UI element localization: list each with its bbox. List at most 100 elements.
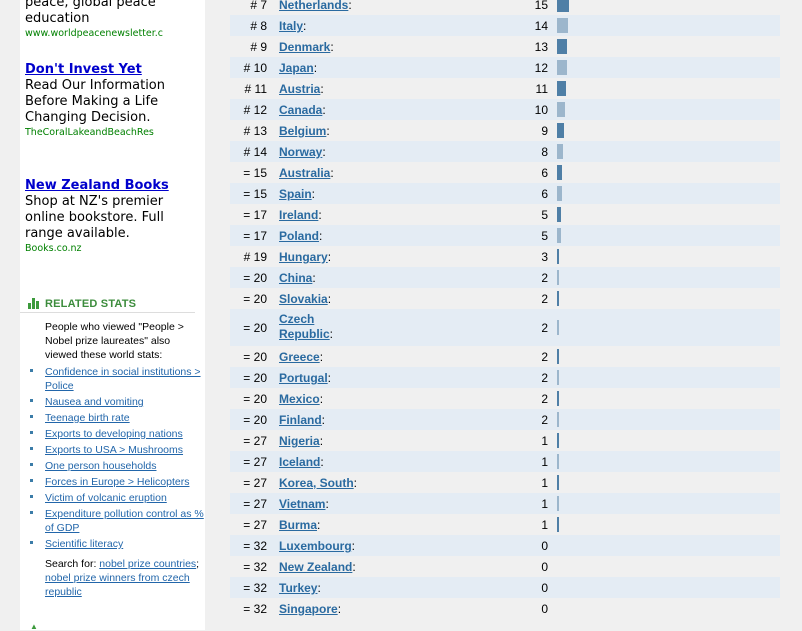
- country-cell: Greece:: [279, 350, 324, 364]
- table-row: # 12 Canada: 10: [230, 99, 780, 120]
- country-link[interactable]: Slovakia: [279, 292, 328, 306]
- ad-title-link[interactable]: New Zealand Books: [25, 178, 200, 194]
- rank-cell: = 27: [243, 476, 267, 490]
- rank-cell: # 11: [244, 82, 267, 96]
- rank-cell: # 13: [243, 124, 267, 138]
- table-row: = 20 Mexico: 2: [230, 388, 780, 409]
- value-bar: [557, 249, 559, 264]
- country-link[interactable]: China: [279, 271, 312, 285]
- value-bar: [557, 391, 559, 406]
- related-stats-title: RELATED STATS: [45, 298, 137, 310]
- ad-nz-books[interactable]: New Zealand Books Shop at NZ's premier o…: [20, 178, 200, 255]
- country-link[interactable]: Greece: [279, 350, 320, 364]
- value-bar: [557, 123, 564, 138]
- country-link[interactable]: Canada: [279, 103, 322, 117]
- country-link[interactable]: Japan: [279, 61, 314, 75]
- country-link[interactable]: Hungary: [279, 250, 328, 264]
- country-cell: Iceland:: [279, 455, 324, 469]
- related-stat-link[interactable]: Exports to USA > Mushrooms: [45, 444, 183, 456]
- country-link[interactable]: Mexico: [279, 392, 320, 406]
- rank-cell: = 32: [243, 560, 267, 574]
- related-stat-link[interactable]: Scientific literacy: [45, 538, 123, 550]
- table-row: = 17 Poland: 5: [230, 225, 780, 246]
- ranking-table: # 7 Netherlands: 15 # 8 Italy: 14 # 9 Denmark: 1…: [230, 0, 780, 619]
- country-link[interactable]: Belgium: [279, 124, 326, 138]
- ad-title-link[interactable]: Don't Invest Yet: [25, 62, 200, 78]
- country-link[interactable]: Czech Republic: [279, 312, 330, 341]
- country-link[interactable]: Poland: [279, 229, 319, 243]
- bullet-icon: [30, 463, 33, 466]
- rank-cell: = 20: [243, 413, 267, 427]
- value-cell: 2: [541, 413, 548, 427]
- country-link[interactable]: Portugal: [279, 371, 328, 385]
- table-row: = 32 Turkey: 0: [230, 577, 780, 598]
- country-link[interactable]: Denmark: [279, 40, 330, 54]
- value-cell: 2: [541, 321, 548, 335]
- search-link[interactable]: nobel prize winners from czech republic: [45, 572, 190, 598]
- table-row: = 17 Ireland: 5: [230, 204, 780, 225]
- value-bar: [557, 102, 565, 117]
- related-stat-item: Expenditure pollution control as % of GD…: [28, 507, 208, 535]
- country-link[interactable]: Turkey: [279, 581, 317, 595]
- country-cell: Canada:: [279, 103, 326, 117]
- search-for: Search for: nobel prize countries; nobel…: [45, 557, 205, 599]
- search-link[interactable]: nobel prize countries: [99, 558, 196, 570]
- related-stat-link[interactable]: Teenage birth rate: [45, 412, 130, 424]
- country-cell: Mexico:: [279, 392, 324, 406]
- value-bar: [557, 517, 559, 532]
- country-link[interactable]: Finland: [279, 413, 322, 427]
- country-link[interactable]: Netherlands: [279, 0, 348, 12]
- rank-cell: = 20: [243, 371, 267, 385]
- related-stat-link[interactable]: Forces in Europe > Helicopters: [45, 476, 189, 488]
- ad-dont-invest[interactable]: Don't Invest Yet Read Our Information Be…: [20, 62, 200, 139]
- country-link[interactable]: Korea, South: [279, 476, 354, 490]
- related-stat-link[interactable]: One person households: [45, 460, 157, 472]
- country-link[interactable]: Vietnam: [279, 497, 325, 511]
- bullet-icon: [30, 415, 33, 418]
- country-link[interactable]: Australia: [279, 166, 330, 180]
- related-stat-link[interactable]: Nausea and vomiting: [45, 396, 144, 408]
- value-bar: [557, 291, 559, 306]
- rank-cell: = 20: [243, 392, 267, 406]
- related-stat-link[interactable]: Expenditure pollution control as % of GD…: [45, 508, 204, 534]
- value-cell: 11: [535, 82, 548, 96]
- country-link[interactable]: Nigeria: [279, 434, 320, 448]
- value-cell: 0: [541, 539, 548, 553]
- value-bar: [557, 412, 559, 427]
- value-bar: [557, 60, 567, 75]
- ad-url[interactable]: Books.co.nz: [25, 242, 175, 255]
- table-row: # 19 Hungary: 3: [230, 246, 780, 267]
- ad-body-line: education: [25, 11, 90, 26]
- related-stat-link[interactable]: Victim of volcanic eruption: [45, 492, 167, 504]
- country-link[interactable]: Iceland: [279, 455, 320, 469]
- country-link[interactable]: Austria: [279, 82, 320, 96]
- value-bar: [557, 349, 559, 364]
- bullet-icon: [30, 495, 33, 498]
- ad-peace[interactable]: peace, global peace education www.worldp…: [20, 0, 200, 40]
- value-cell: 13: [534, 40, 548, 54]
- country-link[interactable]: Luxembourg: [279, 539, 352, 553]
- country-cell: Singapore:: [279, 602, 342, 616]
- related-stat-link[interactable]: Exports to developing nations: [45, 428, 183, 440]
- country-link[interactable]: Singapore: [279, 602, 338, 616]
- related-stat-item: Exports to USA > Mushrooms: [28, 443, 208, 457]
- country-cell: Ireland:: [279, 208, 322, 222]
- country-cell: Czech Republic:: [279, 312, 334, 341]
- ad-url[interactable]: www.worldpeacenewsletter.c: [25, 27, 175, 40]
- table-row: # 13 Belgium: 9: [230, 120, 780, 141]
- ad-url[interactable]: TheCoralLakeandBeachRes: [25, 126, 175, 139]
- value-cell: 9: [541, 124, 548, 138]
- value-bar: [557, 270, 559, 285]
- country-cell: Turkey:: [279, 581, 321, 595]
- country-link[interactable]: New Zealand: [279, 560, 352, 574]
- country-link[interactable]: Italy: [279, 19, 303, 33]
- table-row: # 14 Norway: 8: [230, 141, 780, 162]
- country-link[interactable]: Norway: [279, 145, 322, 159]
- country-link[interactable]: Spain: [279, 187, 312, 201]
- value-cell: 2: [541, 392, 548, 406]
- value-bar: [557, 165, 562, 180]
- related-stat-link[interactable]: Confidence in social institutions > Poli…: [45, 366, 201, 392]
- country-link[interactable]: Ireland: [279, 208, 318, 222]
- country-link[interactable]: Burma: [279, 518, 317, 532]
- country-cell: Italy:: [279, 19, 307, 33]
